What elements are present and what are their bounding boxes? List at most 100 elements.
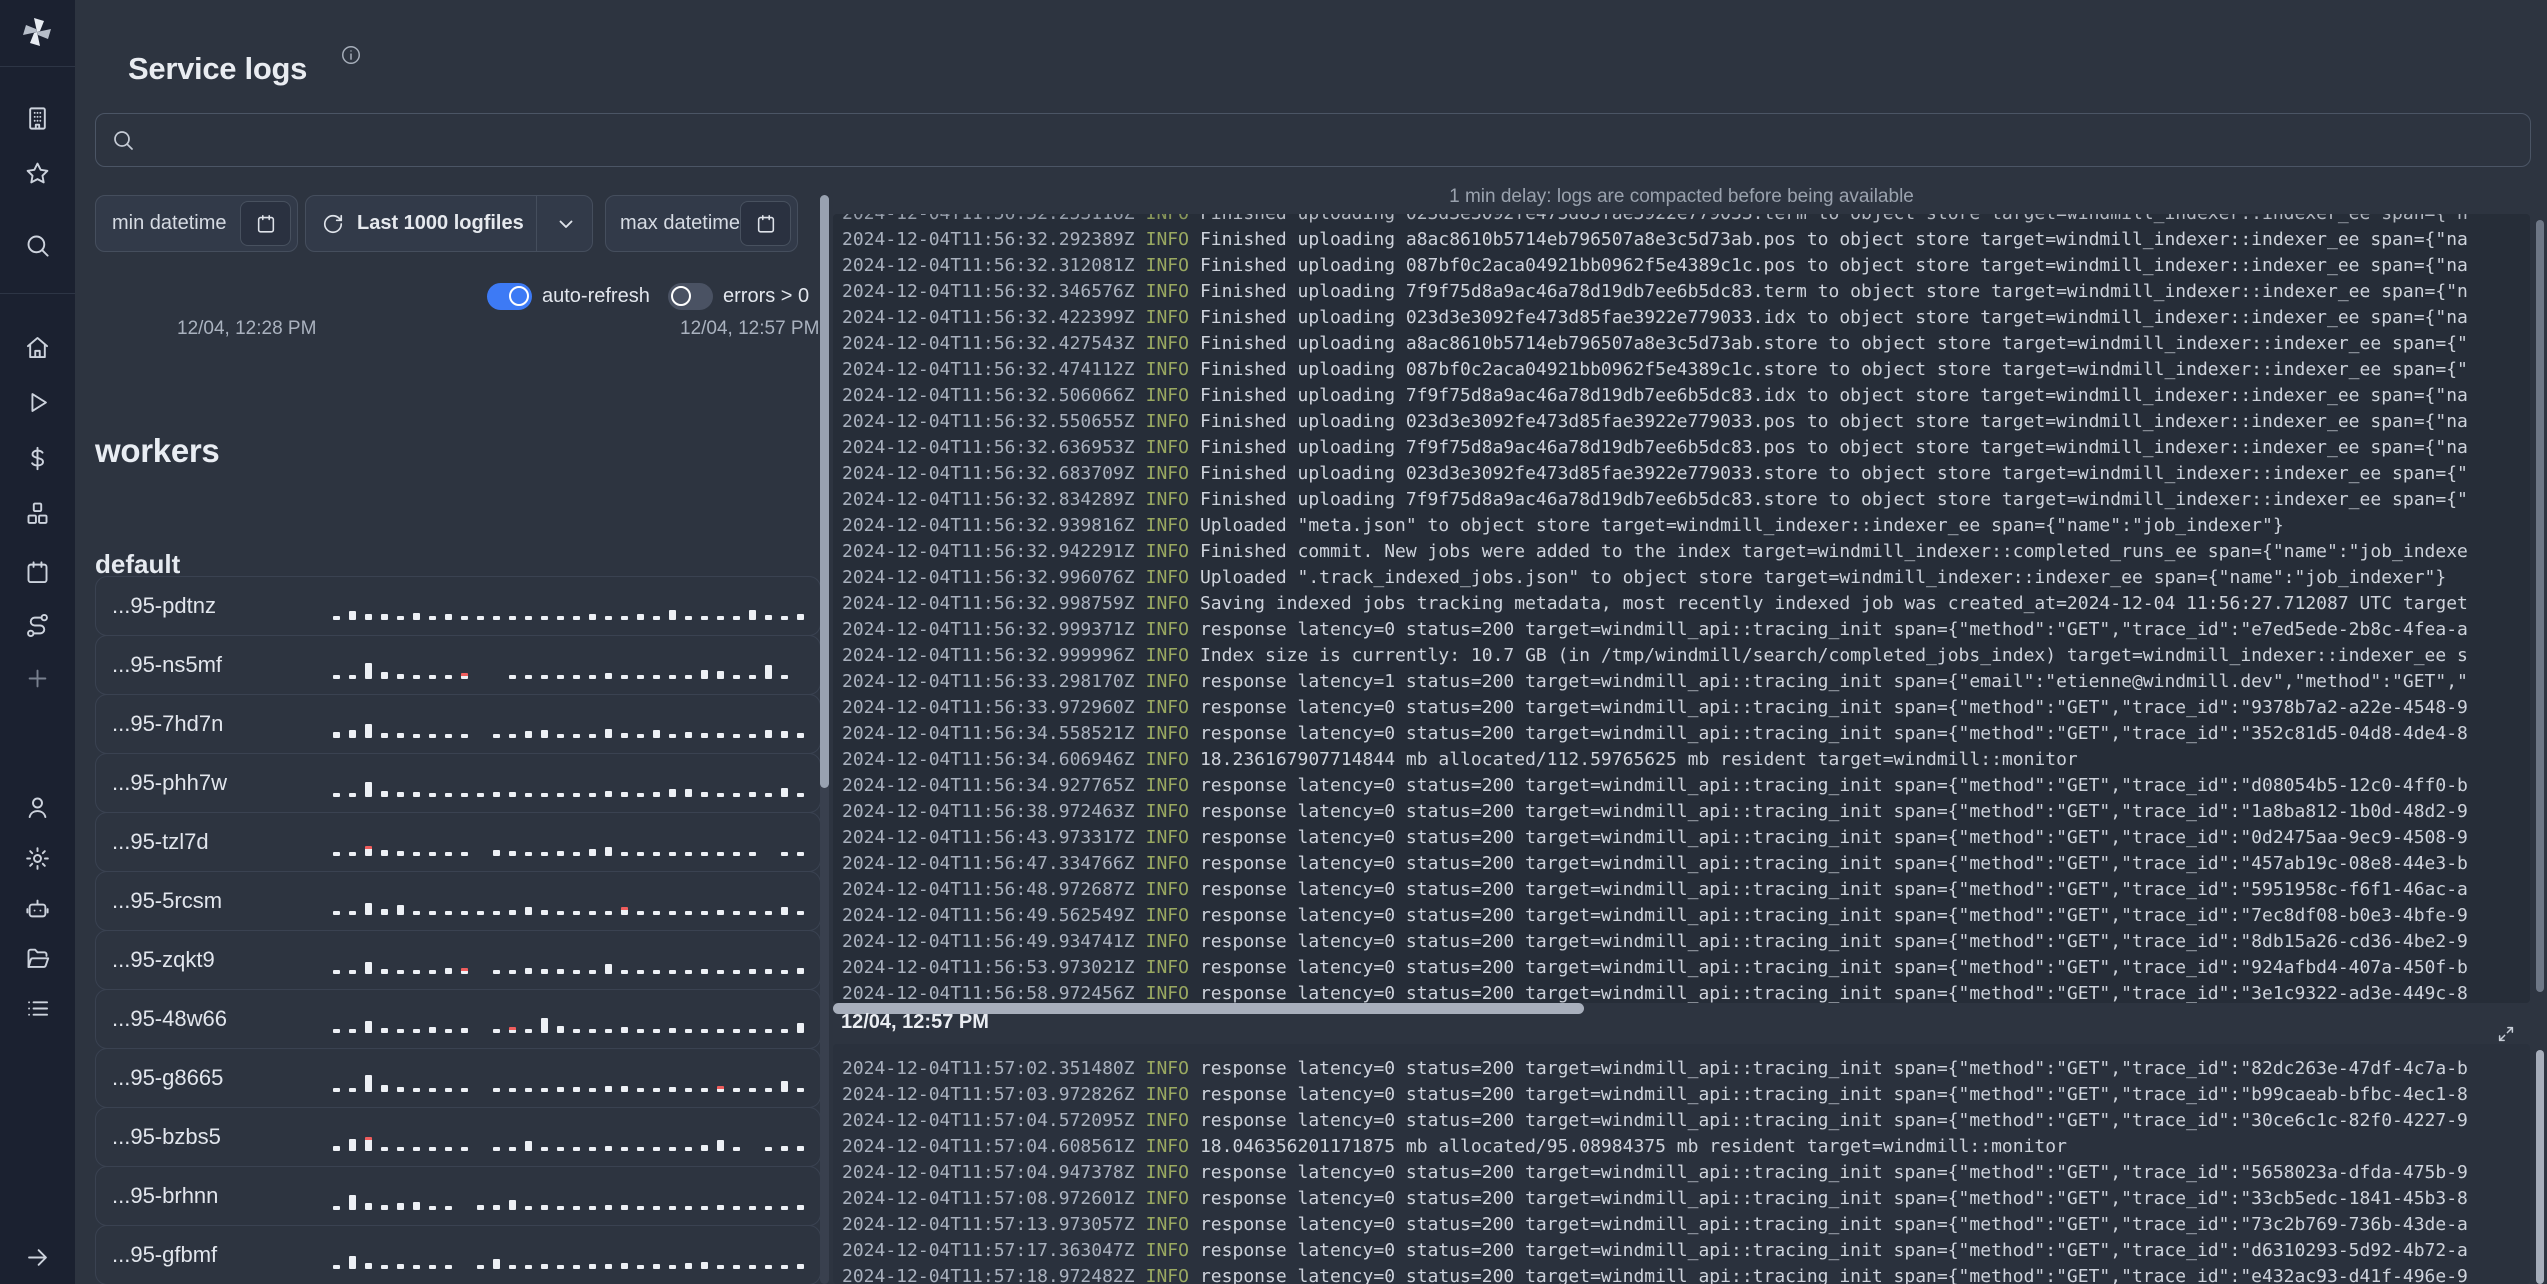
add-icon[interactable] <box>24 665 51 692</box>
worker-row[interactable]: ...95-brhnn <box>95 1166 821 1226</box>
activity-bar <box>333 732 340 738</box>
worker-row[interactable]: ...95-bzbs5 <box>95 1107 821 1167</box>
activity-bar <box>781 1029 788 1033</box>
max-datetime-calendar-button[interactable] <box>740 201 791 246</box>
sidebar-divider <box>0 293 75 294</box>
activity-bar <box>381 672 388 679</box>
activity-bar <box>573 1087 580 1092</box>
worker-row[interactable]: ...95-tzl7d <box>95 812 821 872</box>
worker-row[interactable]: ...95-g8665 <box>95 1048 821 1108</box>
worker-row[interactable]: ...95-pdtnz <box>95 576 821 636</box>
activity-bar <box>365 1263 372 1269</box>
chevron-down-icon[interactable] <box>554 212 578 242</box>
worker-list-scrollbar-thumb[interactable] <box>820 195 829 788</box>
workspace-icon[interactable] <box>24 105 51 132</box>
errors-toggle[interactable] <box>668 283 713 310</box>
activity-bar <box>701 1262 708 1269</box>
audit-logs-icon[interactable] <box>24 995 51 1022</box>
schedules-icon[interactable] <box>24 559 51 586</box>
activity-bar <box>541 969 548 974</box>
log-line: 2024-12-04T11:56:32.292389Z INFO Finished … <box>833 227 2530 253</box>
log-block1-vertical-scrollbar[interactable] <box>2536 220 2544 992</box>
log-timestamp: 2024-12-04T11:57:04.608561Z <box>842 1136 1135 1157</box>
worker-row[interactable]: ...95-zqkt9 <box>95 930 821 990</box>
activity-bar <box>365 724 372 738</box>
calendar-icon <box>757 214 774 233</box>
routes-icon[interactable] <box>24 612 51 639</box>
variables-icon[interactable] <box>24 445 51 472</box>
search-icon[interactable] <box>24 232 51 259</box>
activity-bar <box>557 734 564 738</box>
log-level: INFO <box>1145 515 1189 536</box>
worker-row[interactable]: ...95-ns5mf <box>95 635 821 695</box>
log-timestamp: 2024-12-04T11:56:32.474112Z <box>842 359 1135 380</box>
activity-bar <box>797 733 804 738</box>
activity-bar <box>557 793 564 797</box>
activity-bar <box>381 969 388 974</box>
activity-bar <box>365 663 372 679</box>
ai-icon[interactable] <box>24 895 51 922</box>
resources-icon[interactable] <box>24 500 51 527</box>
favorites-icon[interactable] <box>24 160 51 187</box>
activity-bar <box>669 852 676 856</box>
log-line: 2024-12-04T11:56:32.998759Z INFO Saving in… <box>833 591 2530 617</box>
worker-row[interactable]: ...95-5rcsm <box>95 871 821 931</box>
activity-bar <box>797 614 804 620</box>
activity-bar <box>637 1265 644 1269</box>
activity-bar <box>685 970 692 974</box>
activity-bar <box>445 734 452 738</box>
user-icon[interactable] <box>24 794 51 821</box>
worker-row[interactable]: ...95-gfbmf <box>95 1225 821 1284</box>
activity-bar <box>765 969 772 974</box>
activity-bar <box>701 852 708 856</box>
activity-bar <box>717 1265 724 1269</box>
min-datetime-field[interactable]: min datetime <box>95 195 298 252</box>
folders-icon[interactable] <box>24 945 51 972</box>
worker-row[interactable]: ...95-48w66 <box>95 989 821 1049</box>
auto-refresh-toggle[interactable] <box>487 283 532 310</box>
activity-bar <box>413 792 420 797</box>
log-block2-vertical-scrollbar[interactable] <box>2536 1050 2544 1284</box>
activity-bar <box>413 911 420 915</box>
activity-bar <box>621 1027 628 1033</box>
log-line: 2024-12-04T11:56:32.474112Z INFO Finished … <box>833 357 2530 383</box>
min-datetime-calendar-button[interactable] <box>240 201 291 246</box>
activity-bar <box>797 793 804 797</box>
worker-row[interactable]: ...95-phh7w <box>95 753 821 813</box>
log-line: 2024-12-04T11:56:47.334766Z INFO response … <box>833 851 2530 877</box>
log-timestamp: 2024-12-04T11:56:32.292389Z <box>842 229 1135 250</box>
runs-icon[interactable] <box>24 389 51 416</box>
worker-name: ...95-phh7w <box>112 770 227 795</box>
settings-icon[interactable] <box>24 845 51 872</box>
search-input[interactable] <box>149 127 2516 153</box>
worker-row[interactable]: ...95-7hd7n <box>95 694 821 754</box>
activity-bar <box>621 970 628 974</box>
activity-bar <box>653 1088 660 1092</box>
log-level: INFO <box>1145 931 1189 952</box>
logfiles-dropdown[interactable]: Last 1000 logfiles <box>305 195 593 252</box>
activity-bar <box>589 1147 596 1151</box>
windmill-logo-icon[interactable] <box>18 13 56 56</box>
worker-name: ...95-g8665 <box>112 1065 224 1090</box>
activity-bar <box>717 671 724 679</box>
log-level: INFO <box>1145 1266 1189 1284</box>
max-datetime-field[interactable]: max datetime <box>605 195 798 252</box>
activity-bar <box>733 1206 740 1210</box>
info-icon[interactable] <box>340 44 362 71</box>
home-icon[interactable] <box>24 334 51 361</box>
activity-bar <box>637 911 644 915</box>
activity-bar <box>589 849 596 856</box>
log-timestamp: 2024-12-04T11:57:13.973057Z <box>842 1214 1135 1235</box>
expand-sidebar-icon[interactable] <box>24 1244 51 1271</box>
activity-bar <box>669 1087 676 1092</box>
activity-bar <box>605 791 612 797</box>
activity-bar <box>541 1147 548 1151</box>
log-message: response latency=0 status=200 target=win… <box>1199 697 2468 718</box>
activity-bar <box>637 793 644 797</box>
log-level: INFO <box>1145 385 1189 406</box>
activity-bar <box>573 970 580 974</box>
log-line: 2024-12-04T11:57:17.363047Z INFO response … <box>833 1238 2530 1264</box>
activity-bar <box>765 911 772 915</box>
log-timestamp: 2024-12-04T11:57:04.572095Z <box>842 1110 1135 1131</box>
activity-bar <box>381 1028 388 1033</box>
